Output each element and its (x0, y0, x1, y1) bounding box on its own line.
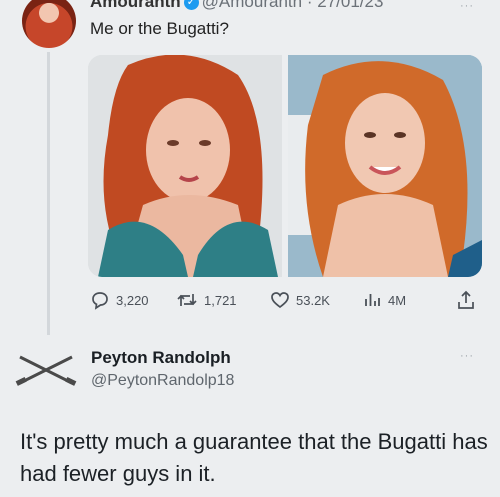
media-photo-left[interactable] (88, 55, 282, 277)
views-bar-chart-icon (365, 294, 380, 306)
more-options-icon[interactable]: ··· (460, 0, 474, 12)
reply-author-avatar[interactable] (14, 343, 78, 393)
tweet-media[interactable] (88, 55, 482, 277)
tweet-text: Me or the Bugatti? (90, 19, 229, 38)
verified-badge-icon: ✓ (183, 0, 199, 11)
tweet-date[interactable]: 27/01/23 (317, 0, 383, 11)
reply-author-name[interactable]: Peyton Randolph (91, 348, 231, 368)
tweet-header: Amouranth ✓ @Amouranth · 27/01/23 (90, 0, 383, 12)
reply-count: 3,220 (116, 292, 149, 308)
share-upload-icon (458, 290, 474, 309)
reply-more-options-icon[interactable]: ··· (460, 350, 474, 362)
heart-icon (271, 292, 289, 309)
share-action[interactable] (456, 288, 476, 312)
tweet-actions: 3,220 1,721 53.2K 4M (90, 288, 482, 312)
reply-author-handle[interactable]: @PeytonRandolp18 (91, 372, 234, 390)
reply-action[interactable]: 3,220 (90, 288, 149, 312)
author-name[interactable]: Amouranth (90, 0, 181, 11)
thread-connector-line (47, 52, 50, 335)
media-photo-right[interactable] (288, 55, 482, 277)
header-separator: · (306, 0, 313, 11)
like-action[interactable]: 53.2K (270, 288, 330, 312)
author-handle[interactable]: @Amouranth (202, 0, 302, 11)
retweet-action[interactable]: 1,721 (176, 288, 237, 312)
retweet-count: 1,721 (204, 292, 237, 308)
crossed-rifles-icon (15, 355, 77, 386)
like-count: 53.2K (296, 292, 330, 308)
photo-right-illustration (288, 55, 482, 277)
photo-left-illustration (88, 55, 282, 277)
views-action[interactable]: 4M (362, 288, 406, 312)
retweet-icon (177, 294, 197, 306)
reply-bubble-icon (92, 292, 108, 310)
author-avatar[interactable] (22, 0, 76, 48)
views-count: 4M (388, 292, 407, 308)
reply-text: It's pretty much a guarantee that the Bu… (20, 429, 488, 486)
